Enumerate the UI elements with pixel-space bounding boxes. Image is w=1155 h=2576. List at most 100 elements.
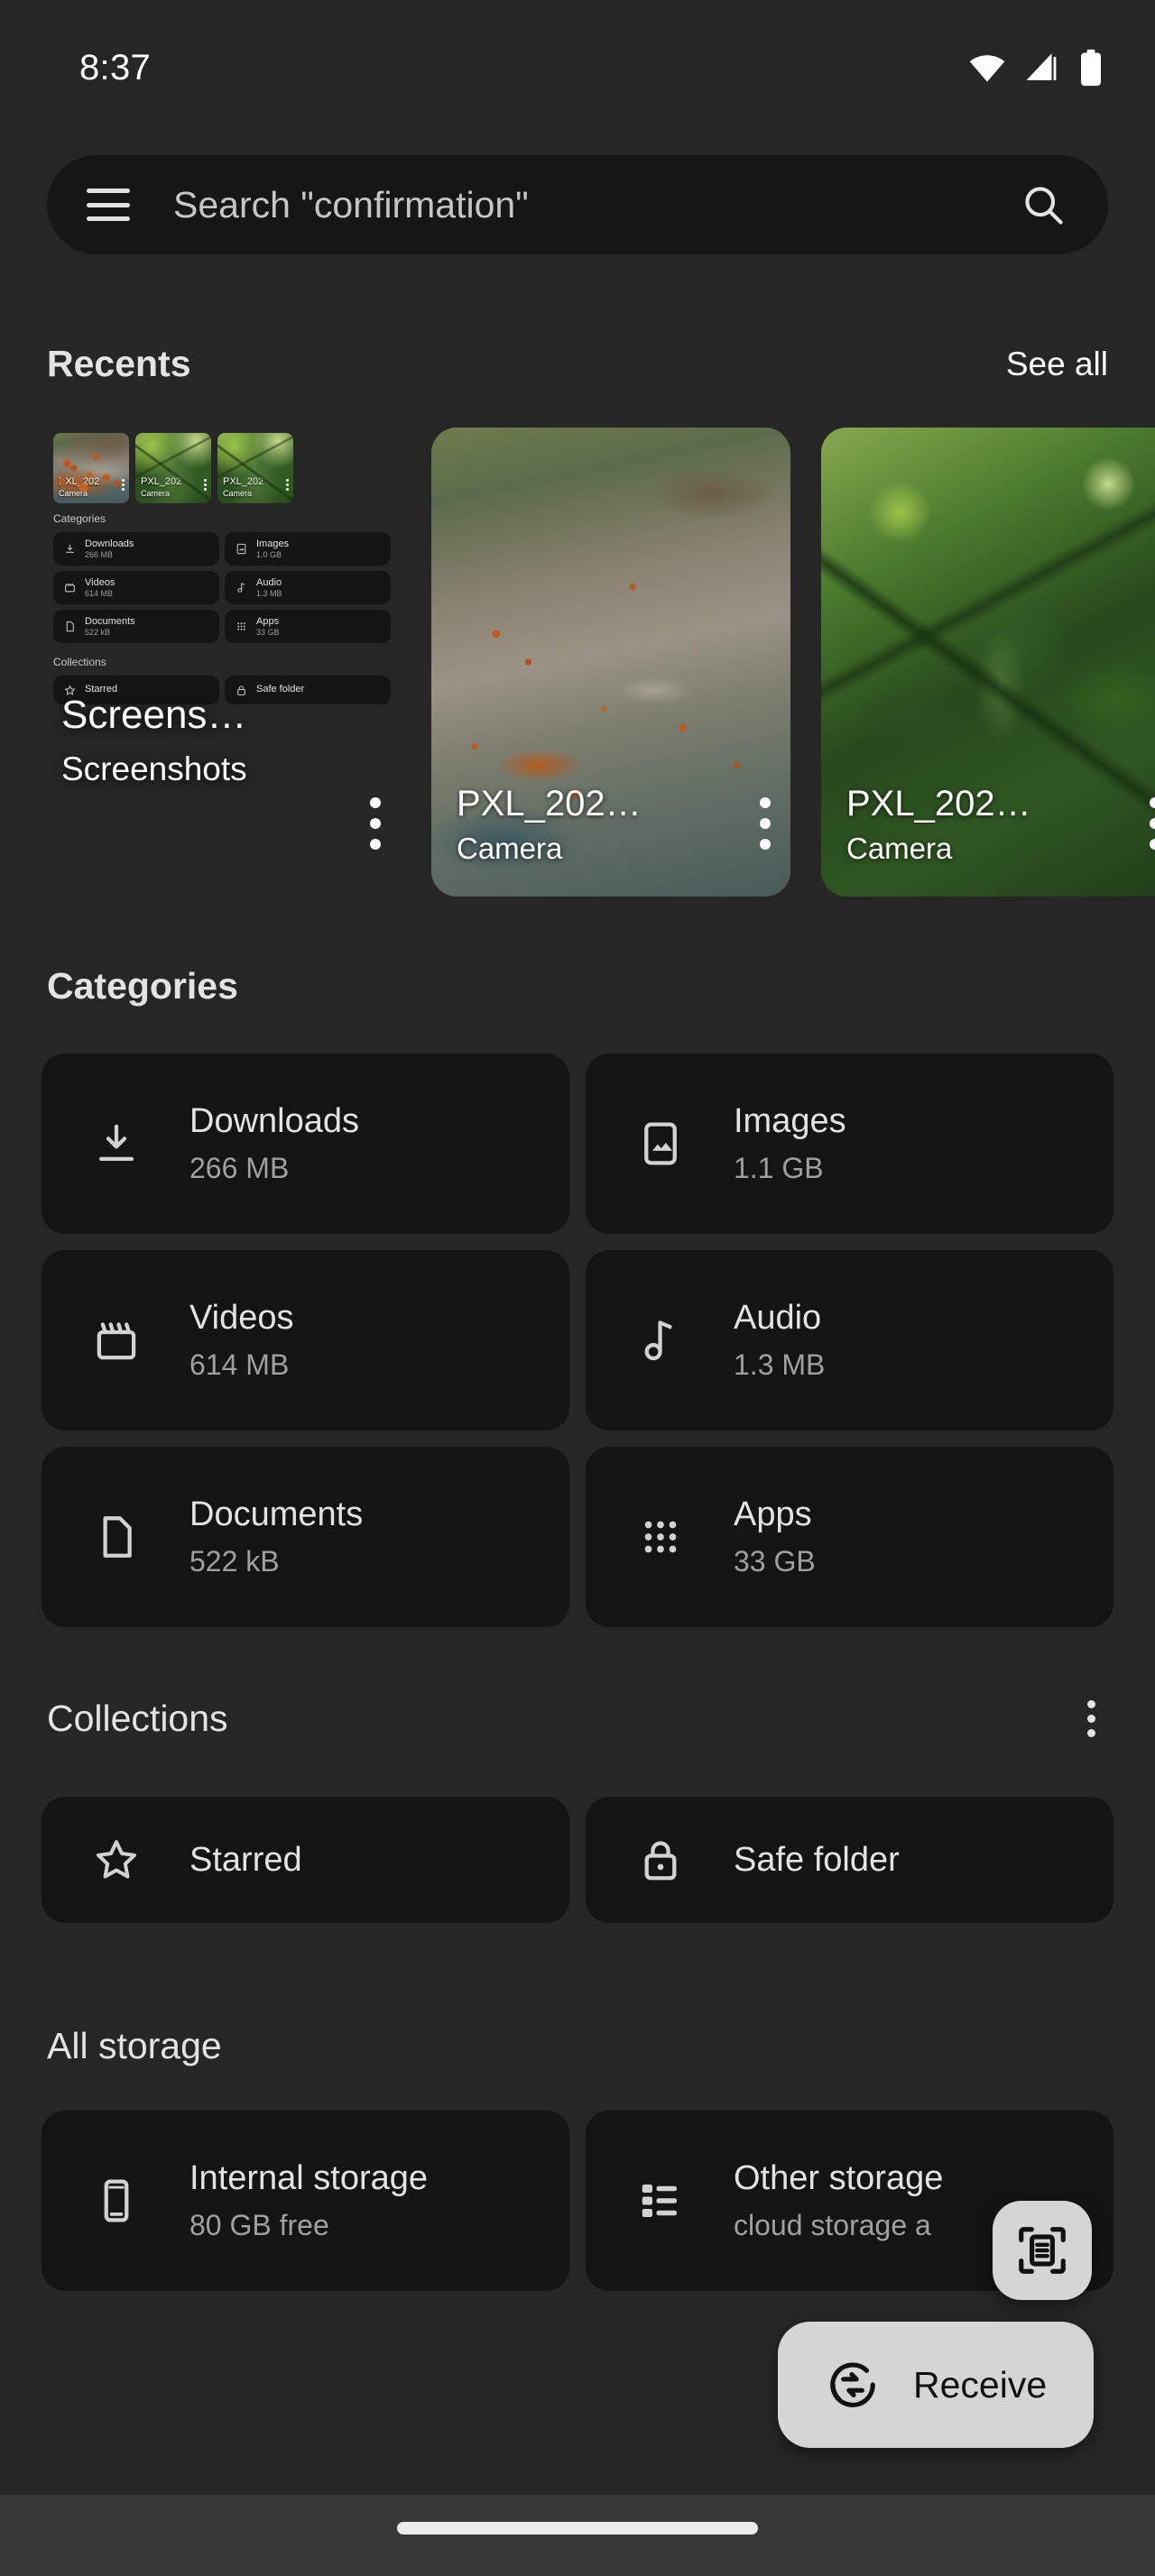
nested-category-cell: Apps33 GB xyxy=(225,610,391,643)
nested-thumb-title: PXL_202 xyxy=(141,476,181,487)
search-icon[interactable] xyxy=(1020,181,1067,228)
scan-document-fab[interactable] xyxy=(993,2201,1092,2300)
nested-thumb-sub: Camera xyxy=(141,489,170,498)
document-icon xyxy=(92,1513,141,1561)
recent-item-screenshot[interactable]: PXL_202 Camera PXL_202 Camera PXL_202 Ca… xyxy=(42,428,401,897)
recent-item-overflow-icon[interactable] xyxy=(760,797,771,850)
nested-thumb-sub: Camera xyxy=(59,489,88,498)
collection-card-starred[interactable]: Starred xyxy=(42,1797,569,1923)
nested-category-label: Apps xyxy=(256,616,280,629)
collections-title: Collections xyxy=(47,1697,228,1740)
document-icon xyxy=(64,621,76,632)
nested-thumb-overflow-icon xyxy=(122,479,125,491)
gesture-home-handle[interactable] xyxy=(397,2522,758,2535)
nested-category-cell: Downloads266 MB xyxy=(53,532,219,566)
receive-fab[interactable]: Receive xyxy=(778,2322,1094,2448)
files-app-screen: 8:37 Search "confirmation" xyxy=(0,0,1155,2576)
nested-category-cell: Documents522 kB xyxy=(53,610,219,643)
recents-title: Recents xyxy=(47,343,191,385)
all-storage-title: All storage xyxy=(47,2025,222,2067)
recent-item-title: PXL_202… xyxy=(457,784,715,824)
recents-see-all-button[interactable]: See all xyxy=(1006,345,1108,383)
category-card-documents[interactable]: Documents 522 kB xyxy=(42,1447,569,1627)
search-input[interactable]: Search "confirmation" xyxy=(173,184,1020,226)
nested-category-label: Videos xyxy=(85,577,115,590)
category-value: 1.3 MB xyxy=(734,1348,825,1382)
collection-label: Starred xyxy=(189,1841,302,1880)
storage-value: 80 GB free xyxy=(189,2209,428,2242)
nested-thumb: PXL_202 Camera xyxy=(135,433,211,503)
audio-icon xyxy=(236,582,247,593)
storage-label: Other storage xyxy=(734,2159,943,2198)
nested-categories-grid: Downloads266 MB Images1.0 GB Videos614 M… xyxy=(53,532,391,643)
category-card-videos[interactable]: Videos 614 MB xyxy=(42,1250,569,1431)
nested-recents-row: PXL_202 Camera PXL_202 Camera PXL_202 Ca… xyxy=(53,433,293,503)
status-bar: 8:37 xyxy=(0,0,1155,135)
categories-title: Categories xyxy=(47,965,238,1007)
receive-arrows-icon xyxy=(825,2357,881,2413)
storage-value: cloud storage a xyxy=(734,2209,943,2242)
recent-item-label: PXL_202… Camera xyxy=(846,784,1104,866)
all-storage-grid: Internal storage 80 GB free Other storag… xyxy=(42,2111,1113,2291)
category-card-downloads[interactable]: Downloads 266 MB xyxy=(42,1053,569,1234)
collection-card-safe-folder[interactable]: Safe folder xyxy=(586,1797,1113,1923)
nested-category-value: 614 MB xyxy=(85,589,115,598)
video-icon xyxy=(64,582,76,593)
nested-thumb-overflow-icon xyxy=(286,479,289,491)
category-card-audio[interactable]: Audio 1.3 MB xyxy=(586,1250,1113,1431)
nested-app-screenshot: PXL_202 Camera PXL_202 Camera PXL_202 Ca… xyxy=(42,428,401,897)
download-icon xyxy=(64,543,76,555)
storage-card-internal[interactable]: Internal storage 80 GB free xyxy=(42,2111,569,2291)
download-icon xyxy=(92,1119,141,1168)
category-label: Downloads xyxy=(189,1102,359,1141)
status-time: 8:37 xyxy=(79,48,151,88)
category-value: 522 kB xyxy=(189,1545,363,1578)
recent-item-subtitle: Camera xyxy=(457,832,715,866)
categories-header: Categories xyxy=(0,965,1155,1007)
nested-category-value: 522 kB xyxy=(85,628,135,637)
lock-icon xyxy=(636,1835,685,1884)
nested-category-cell: Videos614 MB xyxy=(53,571,219,604)
nested-collections-title: Collections xyxy=(53,656,106,668)
recent-item-photo[interactable]: PXL_202… Camera xyxy=(821,428,1155,897)
hamburger-menu-icon[interactable] xyxy=(87,189,130,221)
recent-item-label: PXL_202… Camera xyxy=(457,784,715,866)
nested-category-label: Documents xyxy=(85,616,135,629)
all-storage-header: All storage xyxy=(0,2025,1155,2067)
nested-collection-label: Safe folder xyxy=(256,684,304,696)
recent-item-overflow-icon[interactable] xyxy=(1150,797,1155,850)
cellular-signal-icon xyxy=(1023,49,1061,87)
phone-icon xyxy=(92,2176,141,2225)
nested-category-value: 266 MB xyxy=(85,550,134,559)
nested-thumb: PXL_202 Camera xyxy=(53,433,129,503)
star-icon xyxy=(92,1835,141,1884)
storage-label: Internal storage xyxy=(189,2159,428,2198)
receive-fab-label: Receive xyxy=(913,2364,1047,2406)
nested-collection-cell: Safe folder xyxy=(225,676,391,704)
image-icon xyxy=(236,543,247,555)
collections-overflow-menu-icon[interactable] xyxy=(1075,1691,1108,1746)
server-icon xyxy=(636,2176,685,2225)
status-icons xyxy=(967,48,1104,87)
nested-category-value: 33 GB xyxy=(256,628,280,637)
scan-document-icon xyxy=(1014,2222,1070,2278)
image-icon xyxy=(636,1119,685,1168)
category-card-images[interactable]: Images 1.1 GB xyxy=(586,1053,1113,1234)
recents-carousel[interactable]: PXL_202 Camera PXL_202 Camera PXL_202 Ca… xyxy=(0,419,1155,906)
category-card-apps[interactable]: Apps 33 GB xyxy=(586,1447,1113,1627)
nested-category-value: 1.3 MB xyxy=(256,589,282,598)
recent-item-photo[interactable]: PXL_202… Camera xyxy=(431,428,790,897)
nested-category-value: 1.0 GB xyxy=(256,550,289,559)
category-label: Videos xyxy=(189,1299,294,1338)
nested-thumb-title: PXL_202 xyxy=(59,476,99,487)
recent-item-title: Screens… xyxy=(61,693,246,738)
recent-item-overflow-icon[interactable] xyxy=(370,797,381,850)
video-icon xyxy=(92,1316,141,1365)
search-bar[interactable]: Search "confirmation" xyxy=(47,155,1108,254)
collections-grid: Starred Safe folder xyxy=(42,1797,1113,1923)
recent-item-subtitle: Screenshots xyxy=(61,750,247,788)
category-value: 614 MB xyxy=(189,1348,294,1382)
nested-thumb-sub: Camera xyxy=(223,489,252,498)
nested-category-cell: Audio1.3 MB xyxy=(225,571,391,604)
category-label: Images xyxy=(734,1102,846,1141)
